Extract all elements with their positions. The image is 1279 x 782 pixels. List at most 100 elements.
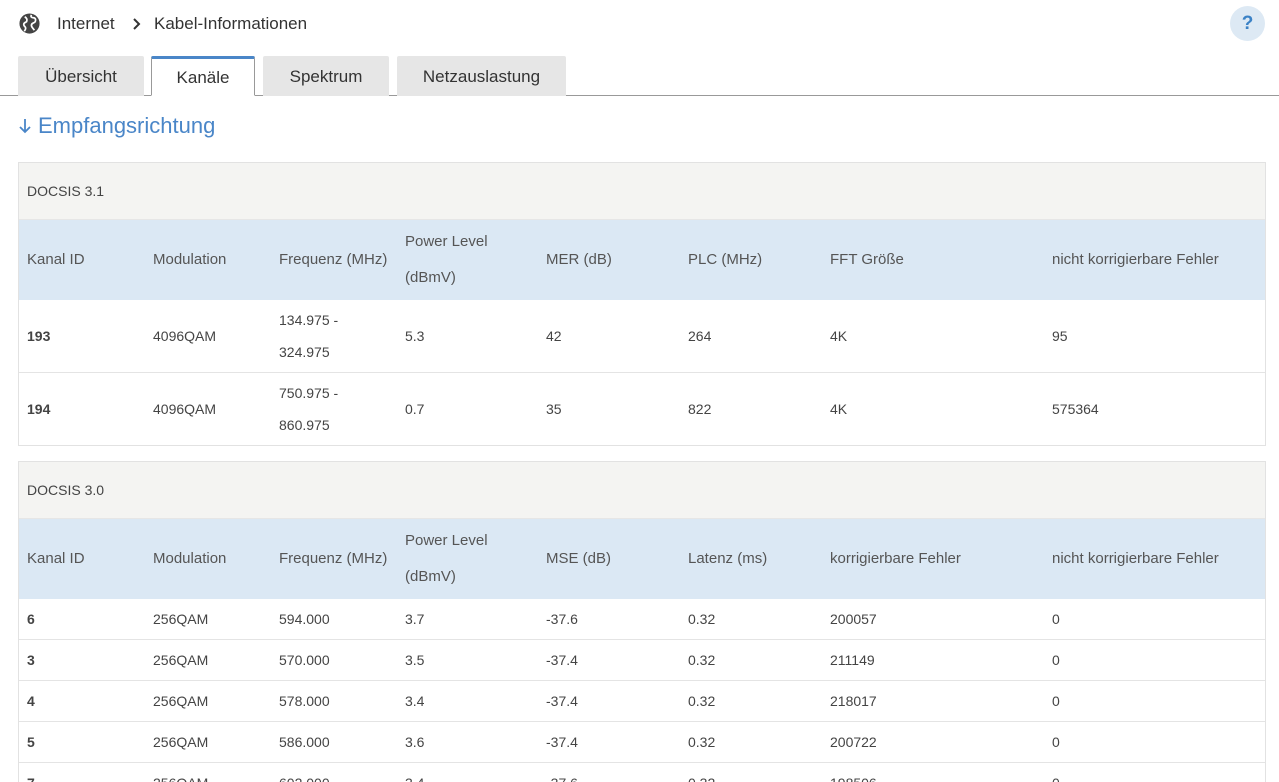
cell-frequenz: 134.975 - 324.975 xyxy=(279,312,339,360)
cell-uncorrectable: 95 xyxy=(1052,328,1068,344)
docsis31-title: DOCSIS 3.1 xyxy=(19,163,1265,220)
cell-plc: 822 xyxy=(688,401,712,417)
column-header: MSE (dB) xyxy=(546,550,612,567)
cell-modulation: 4096QAM xyxy=(153,328,217,344)
cell-fft: 4K xyxy=(830,401,848,417)
breadcrumb-current: Kabel-Informationen xyxy=(154,14,308,33)
cell-uncorrectable: 575364 xyxy=(1052,401,1099,417)
docsis31-table: DOCSIS 3.1 Kanal ID Modulation Frequenz … xyxy=(18,162,1266,446)
cell-latenz: 0.32 xyxy=(688,734,716,750)
cell-kanal-id: 194 xyxy=(27,401,51,417)
cell-kanal-id: 193 xyxy=(27,328,51,344)
table-row: 4 256QAM 578.000 3.4 -37.4 0.32 218017 0 xyxy=(19,681,1265,722)
column-header: nicht korrigierbare Fehler xyxy=(1052,251,1219,268)
table-row: 194 4096QAM 750.975 - 860.975 0.7 35 822… xyxy=(19,373,1265,445)
cell-frequenz: 586.000 xyxy=(279,734,330,750)
cell-latenz: 0.32 xyxy=(688,652,716,668)
column-header: Modulation xyxy=(153,251,227,268)
cell-latenz: 0.32 xyxy=(688,693,716,709)
arrow-down-icon xyxy=(19,119,31,134)
cell-modulation: 256QAM xyxy=(153,693,209,709)
cell-mer: 42 xyxy=(546,328,562,344)
cell-kanal-id: 4 xyxy=(27,693,35,709)
chevron-right-icon xyxy=(133,18,141,30)
cell-mse: -37.6 xyxy=(546,763,666,782)
cell-fft: 4K xyxy=(830,328,848,344)
cell-modulation: 256QAM xyxy=(153,611,209,627)
breadcrumb-internet[interactable]: Internet xyxy=(57,13,115,35)
cell-correctable: 200057 xyxy=(830,611,877,627)
cell-frequenz: 602.000 xyxy=(279,763,399,782)
column-header: Modulation xyxy=(153,550,227,567)
cell-mse: -37.4 xyxy=(546,693,578,709)
column-header: Power Level (dBmV) xyxy=(405,233,488,286)
cell-kanal-id: 7 xyxy=(27,763,147,782)
cell-correctable: 211149 xyxy=(830,652,875,668)
docsis30-header-row: Kanal ID Modulation Frequenz (MHz) Power… xyxy=(19,519,1265,599)
cell-mse: -37.4 xyxy=(546,734,578,750)
table-row: 5 256QAM 586.000 3.6 -37.4 0.32 200722 0 xyxy=(19,722,1265,763)
tab-kanaele[interactable]: Kanäle xyxy=(151,56,255,96)
tab-bar: Übersicht Kanäle Spektrum Netzauslastung xyxy=(0,56,1279,96)
column-header: Latenz (ms) xyxy=(688,550,768,567)
cell-plc: 264 xyxy=(688,328,712,344)
table-row: 193 4096QAM 134.975 - 324.975 5.3 42 264… xyxy=(19,300,1265,373)
cell-latenz: 0.32 xyxy=(688,611,716,627)
tab-spektrum[interactable]: Spektrum xyxy=(263,56,389,96)
section-title: Empfangsrichtung xyxy=(18,111,215,141)
cell-kanal-id: 6 xyxy=(27,611,35,627)
cell-power-level: 3.7 xyxy=(405,611,425,627)
cell-kanal-id: 3 xyxy=(27,652,35,668)
column-header: nicht korrigierbare Fehler xyxy=(1052,550,1219,567)
cell-frequenz: 594.000 xyxy=(279,611,330,627)
cell-modulation: 256QAM xyxy=(153,734,209,750)
column-header: Kanal ID xyxy=(27,251,85,268)
cell-correctable: 198506 xyxy=(830,763,990,782)
column-header: MER (dB) xyxy=(546,251,612,268)
cell-modulation: 256QAM xyxy=(153,652,209,668)
cell-mse: -37.6 xyxy=(546,611,578,627)
cell-uncorrectable: 0 xyxy=(1052,652,1060,668)
docsis30-table: DOCSIS 3.0 Kanal ID Modulation Frequenz … xyxy=(18,461,1266,782)
cell-frequenz: 570.000 xyxy=(279,652,330,668)
cell-modulation: 4096QAM xyxy=(153,401,217,417)
docsis31-header-row: Kanal ID Modulation Frequenz (MHz) Power… xyxy=(19,220,1265,300)
table-row: 7 256QAM 602.000 3.4 -37.6 0.32 198506 0 xyxy=(19,763,1265,782)
column-header: Frequenz (MHz) xyxy=(279,550,388,567)
cell-uncorrectable: 0 xyxy=(1052,763,1212,782)
tab-uebersicht[interactable]: Übersicht xyxy=(18,56,144,96)
table-row: 6 256QAM 594.000 3.7 -37.6 0.32 200057 0 xyxy=(19,599,1265,640)
cell-uncorrectable: 0 xyxy=(1052,611,1060,627)
cell-uncorrectable: 0 xyxy=(1052,734,1060,750)
column-header: FFT Größe xyxy=(830,251,904,268)
cell-frequenz: 578.000 xyxy=(279,693,330,709)
globe-icon xyxy=(19,13,40,34)
cell-power-level: 3.4 xyxy=(405,763,525,782)
cell-correctable: 218017 xyxy=(830,693,877,709)
cell-power-level: 3.5 xyxy=(405,652,425,668)
cell-uncorrectable: 0 xyxy=(1052,693,1060,709)
column-header: korrigierbare Fehler xyxy=(830,550,961,567)
cell-frequenz: 750.975 - 860.975 xyxy=(279,385,339,433)
cell-latenz: 0.32 xyxy=(688,763,808,782)
tab-netzauslastung[interactable]: Netzauslastung xyxy=(397,56,566,96)
column-header: Power Level (dBmV) xyxy=(405,532,488,585)
cell-modulation: 256QAM xyxy=(153,763,273,782)
help-button[interactable]: ? xyxy=(1230,6,1265,41)
cell-kanal-id: 5 xyxy=(27,734,35,750)
cell-mse: -37.4 xyxy=(546,652,578,668)
column-header: Frequenz (MHz) xyxy=(279,251,388,268)
cell-mer: 35 xyxy=(546,401,562,417)
column-header: Kanal ID xyxy=(27,550,85,567)
cell-correctable: 200722 xyxy=(830,734,877,750)
section-title-text: Empfangsrichtung xyxy=(38,113,216,138)
cable-info-page: Internet Kabel-Informationen ? Übersicht… xyxy=(0,0,1279,782)
cell-power-level: 3.6 xyxy=(405,734,425,750)
table-row: 3 256QAM 570.000 3.5 -37.4 0.32 211149 0 xyxy=(19,640,1265,681)
column-header: PLC (MHz) xyxy=(688,251,763,268)
cell-power-level: 5.3 xyxy=(405,328,425,344)
cell-power-level: 3.4 xyxy=(405,693,425,709)
docsis30-title: DOCSIS 3.0 xyxy=(19,462,1265,519)
header: Internet Kabel-Informationen ? xyxy=(0,0,1279,48)
cell-power-level: 0.7 xyxy=(405,401,425,417)
